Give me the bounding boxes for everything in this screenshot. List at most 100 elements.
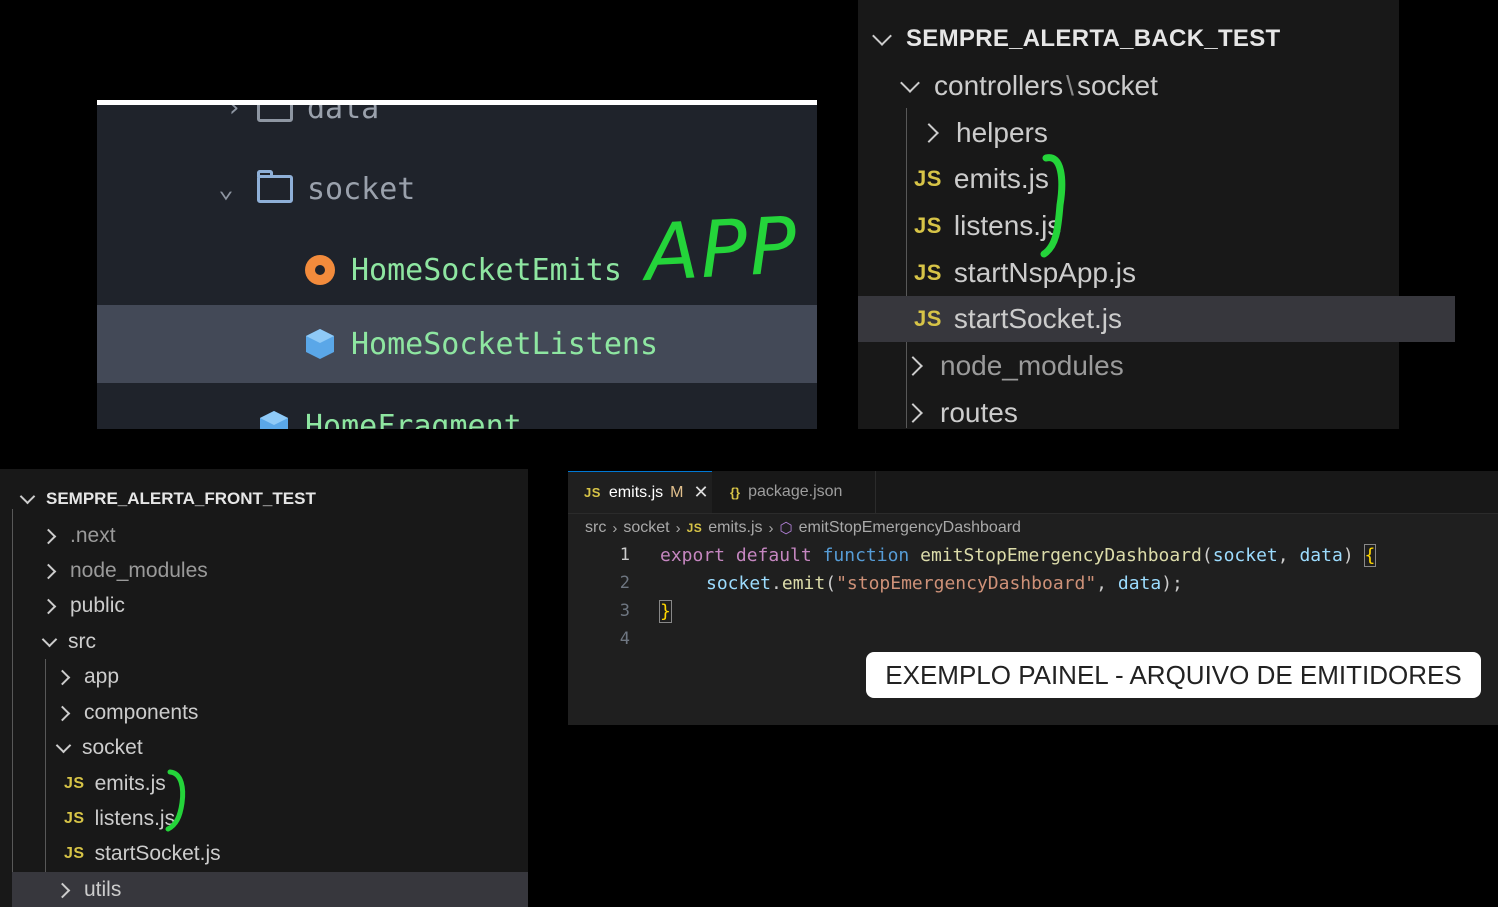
class-icon xyxy=(260,411,288,429)
chevron-right-icon: › xyxy=(675,519,681,537)
green-bracket-annotation xyxy=(165,769,186,832)
app-project-tree: › data ⌄ socket HomeSocketEmits HomeSock… xyxy=(97,100,817,429)
chevron-right-icon xyxy=(44,528,60,544)
tree-item-data[interactable]: › data xyxy=(97,100,817,133)
token: ) xyxy=(1342,544,1365,566)
chevron-right-icon: › xyxy=(768,519,774,537)
tree-item-home-socket-listens[interactable]: HomeSocketListens xyxy=(97,305,817,383)
tab-emits-js[interactable]: JS emits.js M ✕ xyxy=(568,471,712,513)
tree-item-start-socket-js[interactable]: JS startSocket.js xyxy=(0,836,592,871)
tree-item-label: emits.js xyxy=(953,163,1049,194)
line-number: 1 xyxy=(619,545,630,565)
js-file-icon: JS xyxy=(914,166,942,191)
tree-item-src[interactable]: src xyxy=(0,624,570,659)
tree-item-listens-js[interactable]: JS listens.js xyxy=(858,203,1455,249)
tree-item-routes[interactable]: routes xyxy=(858,390,1447,436)
editor-tab-bar: JS emits.js M ✕ {} package.json xyxy=(568,471,1498,514)
chevron-right-icon: › xyxy=(226,100,242,123)
tree-item-label: HomeSocketListens xyxy=(351,326,659,362)
token: "stopEmergencyDashboard" xyxy=(836,572,1097,594)
tree-item-label: node_modules xyxy=(940,350,1124,381)
tree-item-label: HomeFragment xyxy=(305,408,522,430)
class-icon xyxy=(306,329,334,359)
tree-item-socket[interactable]: socket xyxy=(0,730,584,765)
tree-item-label: node_modules xyxy=(70,558,208,582)
tree-item-node-modules[interactable]: node_modules xyxy=(858,343,1447,389)
token: export xyxy=(660,544,726,566)
tree-item-node-modules[interactable]: node_modules xyxy=(0,553,572,588)
token: default xyxy=(735,544,812,566)
tree-item-label: startSocket.js xyxy=(94,841,221,865)
js-file-icon: JS xyxy=(914,260,942,285)
code-line-4[interactable]: 4 xyxy=(568,625,630,653)
front-explorer: SEMPRE_ALERTA_FRONT_TEST .next node_modu… xyxy=(0,469,528,907)
tree-item-components[interactable]: components xyxy=(0,695,586,730)
tree-item-home-fragment[interactable]: HomeFragment xyxy=(97,401,817,429)
tree-item-emits-js[interactable]: JS emits.js xyxy=(858,156,1455,202)
token: , xyxy=(1096,572,1118,594)
code-editor: JS emits.js M ✕ {} package.json src › so… xyxy=(568,471,1498,725)
tree-item-start-nsp-app-js[interactable]: JS startNspApp.js xyxy=(858,250,1455,296)
breadcrumb-item[interactable]: emitStopEmergencyDashboard xyxy=(799,519,1021,537)
tab-package-json[interactable]: {} package.json xyxy=(712,471,876,513)
chevron-down-icon: ⌄ xyxy=(218,174,234,204)
token: socket xyxy=(1212,544,1278,566)
chevron-right-icon xyxy=(906,355,928,377)
folder-icon xyxy=(257,170,293,203)
token: . xyxy=(771,572,782,594)
folder-icon xyxy=(257,105,293,122)
token: emitStopEmergencyDashboard xyxy=(920,544,1202,566)
line-number: 4 xyxy=(619,629,630,649)
tab-label: package.json xyxy=(748,483,843,500)
tree-item-helpers[interactable]: helpers xyxy=(858,110,1463,156)
tree-item-public[interactable]: public xyxy=(0,588,572,623)
explorer-root-back[interactable]: SEMPRE_ALERTA_BACK_TEST xyxy=(858,16,1413,62)
chevron-right-icon: › xyxy=(612,519,618,537)
tree-item-label: helpers xyxy=(956,117,1048,148)
token: data xyxy=(1299,544,1343,566)
code-line-3[interactable]: 3 } xyxy=(568,597,672,625)
chevron-right-icon xyxy=(58,882,74,898)
token: socket xyxy=(706,572,772,594)
token: ( xyxy=(1201,544,1213,566)
chevron-down-icon xyxy=(900,75,922,97)
tree-item-label: src xyxy=(68,629,96,653)
js-file-icon: JS xyxy=(64,774,85,792)
object-icon xyxy=(305,255,335,285)
symbol-method-icon: ⬡ xyxy=(779,520,793,537)
tree-item-label: emits.js xyxy=(94,771,166,795)
tree-item-label: public xyxy=(70,593,125,617)
path-separator: \ xyxy=(1066,70,1074,101)
breadcrumb-item[interactable]: socket xyxy=(623,519,669,537)
breadcrumb-item[interactable]: emits.js xyxy=(708,519,762,537)
line-number: 2 xyxy=(619,573,630,593)
tree-item-label: socket xyxy=(307,171,416,207)
chevron-right-icon xyxy=(58,705,74,721)
token: { xyxy=(1363,543,1377,567)
chevron-right-icon xyxy=(44,598,60,614)
tree-item-label: controllers xyxy=(934,70,1064,101)
explorer-root-front[interactable]: SEMPRE_ALERTA_FRONT_TEST xyxy=(0,481,548,516)
tree-item-emits-js[interactable]: JS emits.js xyxy=(0,766,592,801)
code-line-1[interactable]: 1 export default function emitStopEmerge… xyxy=(568,541,1377,569)
tree-item-label: startSocket.js xyxy=(953,303,1122,334)
back-explorer: SEMPRE_ALERTA_BACK_TEST controllers \ so… xyxy=(858,0,1455,429)
callout-label: EXEMPLO PAINEL - ARQUIVO DE EMITIDORES xyxy=(866,652,1481,698)
tree-item-controllers-socket[interactable]: controllers \ socket xyxy=(858,63,1441,109)
close-icon[interactable]: ✕ xyxy=(693,482,708,503)
token: data xyxy=(1117,572,1162,594)
tree-item-label: socket xyxy=(1076,70,1158,101)
chevron-down-icon xyxy=(20,491,36,507)
tree-item-listens-js[interactable]: JS listens.js xyxy=(0,801,592,836)
code-text: socket.emit("stopEmergencyDashboard", da… xyxy=(706,573,1183,594)
code-line-2[interactable]: 2 socket.emit("stopEmergencyDashboard", … xyxy=(568,569,1183,597)
tree-item-utils[interactable]: utils xyxy=(12,872,528,907)
tree-item-next[interactable]: .next xyxy=(0,518,572,553)
token: } xyxy=(659,599,672,623)
breadcrumb-item[interactable]: src xyxy=(585,519,606,537)
tree-item-start-socket-js[interactable]: JS startSocket.js xyxy=(858,296,1455,342)
tree-item-label: data xyxy=(307,100,380,126)
chevron-right-icon xyxy=(58,669,74,685)
tree-item-app[interactable]: app xyxy=(0,659,586,694)
token: ( xyxy=(825,572,837,594)
